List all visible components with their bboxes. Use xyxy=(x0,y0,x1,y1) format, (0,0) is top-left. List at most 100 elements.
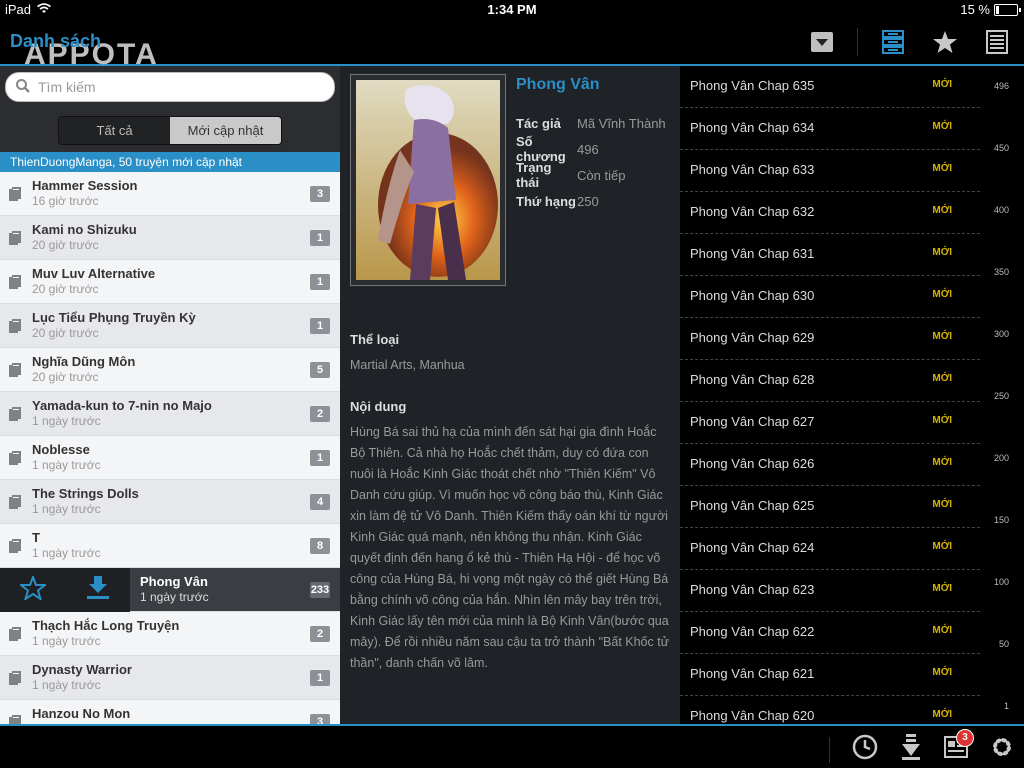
manga-title: Muv Luv Alternative xyxy=(32,266,156,281)
divider xyxy=(857,28,858,56)
chapter-row[interactable]: Phong Vân Chap 627 MỚI xyxy=(680,402,980,444)
chapter-index-scrubber[interactable]: 496 450 400 350 300 250 200 150 100 50 1 xyxy=(980,66,1024,724)
clock: 1:34 PM xyxy=(487,2,537,17)
list-item[interactable]: Hanzou No Mon 3 xyxy=(0,700,340,724)
document-icon xyxy=(9,275,21,294)
scale-tick: 250 xyxy=(993,391,1009,401)
new-badge: MỚI xyxy=(932,709,952,720)
list-item[interactable]: Noblesse 1 ngày trước 1 xyxy=(0,436,340,480)
new-chapter-count: 4 xyxy=(310,494,330,510)
list-item[interactable]: Dynasty Warrior 1 ngày trước 1 xyxy=(0,656,340,700)
download-icon[interactable] xyxy=(900,734,922,765)
manga-title: Kami no Shizuku xyxy=(32,222,137,237)
document-icon xyxy=(9,187,21,206)
new-badge: MỚI xyxy=(932,373,952,384)
list-item[interactable]: Kami no Shizuku 20 giờ trước 1 xyxy=(0,216,340,260)
chapter-row[interactable]: Phong Vân Chap 629 MỚI xyxy=(680,318,980,360)
divider xyxy=(829,736,830,763)
list-item[interactable]: Yamada-kun to 7-nin no Majo 1 ngày trước 2 xyxy=(0,392,340,436)
download-icon[interactable] xyxy=(85,575,111,605)
manga-title: Yamada-kun to 7-nin no Majo xyxy=(32,398,212,413)
search-placeholder: Tìm kiếm xyxy=(38,79,96,95)
list-item[interactable]: Muv Luv Alternative 20 giờ trước 1 xyxy=(0,260,340,304)
author-value: Mã Vĩnh Thành xyxy=(577,115,666,131)
list-item[interactable]: Hammer Session 16 giờ trước 3 xyxy=(0,172,340,216)
chapter-row[interactable]: Phong Vân Chap 634 MỚI xyxy=(680,108,980,150)
chapter-row[interactable]: Phong Vân Chap 622 MỚI xyxy=(680,612,980,654)
document-list-icon[interactable] xyxy=(980,26,1014,58)
new-badge: MỚI xyxy=(932,79,952,90)
bottom-bar: 3 xyxy=(0,724,1024,768)
chapter-row[interactable]: Phong Vân Chap 625 MỚI xyxy=(680,486,980,528)
document-icon xyxy=(9,671,21,690)
chapter-row[interactable]: Phong Vân Chap 624 MỚI xyxy=(680,528,980,570)
manga-title: Noblesse xyxy=(32,442,90,457)
manga-title: Phong Vân xyxy=(516,76,600,93)
chapter-name: Phong Vân Chap 629 xyxy=(690,330,815,345)
settings-icon[interactable] xyxy=(990,735,1014,764)
list-item[interactable]: The Strings Dolls 1 ngày trước 4 xyxy=(0,480,340,524)
new-badge: MỚI xyxy=(932,457,952,468)
chapter-row[interactable]: Phong Vân Chap 628 MỚI xyxy=(680,360,980,402)
document-icon xyxy=(9,363,21,382)
battery-label: 15 % xyxy=(960,2,990,17)
new-chapter-count: 1 xyxy=(310,274,330,290)
new-chapter-count: 8 xyxy=(310,538,330,554)
news-icon[interactable]: 3 xyxy=(944,729,974,764)
manga-list-pane: Tìm kiếm Tất cả Mới cập nhật ThienDuongM… xyxy=(0,66,340,724)
status-value: Còn tiếp xyxy=(577,167,626,183)
new-badge: MỚI xyxy=(932,121,952,132)
list-view-icon[interactable] xyxy=(876,26,910,58)
history-icon[interactable] xyxy=(852,734,878,765)
filter-segmented-control: Tất cả Mới cập nhật xyxy=(58,116,282,145)
chapter-name: Phong Vân Chap 623 xyxy=(690,582,815,597)
updated-time: 20 giờ trước xyxy=(32,282,99,296)
chapter-row[interactable]: Phong Vân Chap 630 MỚI xyxy=(680,276,980,318)
document-icon xyxy=(9,319,21,338)
genre-heading: Thể loại xyxy=(350,332,400,347)
scale-tick: 150 xyxy=(993,515,1009,525)
dropdown-icon[interactable] xyxy=(805,26,839,58)
new-chapter-count: 1 xyxy=(310,670,330,686)
back-button[interactable]: Danh sách xyxy=(10,31,101,52)
updated-time: 1 ngày trước xyxy=(140,590,209,604)
favorite-star-icon[interactable] xyxy=(17,573,48,605)
segment-recent[interactable]: Mới cập nhật xyxy=(170,117,281,144)
chapter-name: Phong Vân Chap 635 xyxy=(690,78,815,93)
chapter-name: Phong Vân Chap 630 xyxy=(690,288,815,303)
manga-title: T xyxy=(32,530,40,545)
manga-title: Phong Vân xyxy=(140,574,208,589)
list-item[interactable]: Lục Tiểu Phụng Truyền Kỳ 20 giờ trước 1 xyxy=(0,304,340,348)
chapter-row[interactable]: Phong Vân Chap 626 MỚI xyxy=(680,444,980,486)
status-label: Trạng thái xyxy=(516,160,552,190)
list-item[interactable]: Thạch Hắc Long Truyện 1 ngày trước 2 xyxy=(0,612,340,656)
scale-tick: 400 xyxy=(993,205,1009,215)
search-input[interactable]: Tìm kiếm xyxy=(5,72,335,102)
manga-title: Hammer Session xyxy=(32,178,138,193)
chapter-name: Phong Vân Chap 631 xyxy=(690,246,815,261)
chapter-row[interactable]: Phong Vân Chap 623 MỚI xyxy=(680,570,980,612)
scale-tick: 50 xyxy=(998,639,1009,649)
list-item[interactable]: T1 ngày trước 8 xyxy=(0,524,340,568)
chapter-row[interactable]: Phong Vân Chap 631 MỚI xyxy=(680,234,980,276)
list-item[interactable]: Phong Vân 1 ngày trước 233 xyxy=(0,568,340,612)
new-chapter-count: 5 xyxy=(310,362,330,378)
chapter-row[interactable]: Phong Vân Chap 632 MỚI xyxy=(680,192,980,234)
updated-time: 20 giờ trước xyxy=(32,370,99,384)
segment-all[interactable]: Tất cả xyxy=(59,117,170,144)
document-icon xyxy=(9,627,21,646)
new-badge: MỚI xyxy=(932,667,952,678)
star-icon[interactable] xyxy=(928,26,962,58)
chapter-row[interactable]: Phong Vân Chap 621 MỚI xyxy=(680,654,980,696)
list-item[interactable]: Nghĩa Dũng Môn 20 giờ trước 5 xyxy=(0,348,340,392)
chapter-row[interactable]: Phong Vân Chap 633 MỚI xyxy=(680,150,980,192)
updated-time: 20 giờ trước xyxy=(32,326,99,340)
chapter-row[interactable]: Phong Vân Chap 635 MỚI xyxy=(680,66,980,108)
manga-meta: Tác giả Mã Vĩnh Thành Số chương 496 Trạng … xyxy=(516,110,666,214)
scale-tick: 100 xyxy=(993,577,1009,587)
updated-time: 1 ngày trước xyxy=(32,458,101,472)
search-icon xyxy=(16,79,30,98)
document-icon xyxy=(9,715,21,724)
updated-time: 20 giờ trước xyxy=(32,238,99,252)
genre-value: Martial Arts, Manhua xyxy=(350,358,465,372)
